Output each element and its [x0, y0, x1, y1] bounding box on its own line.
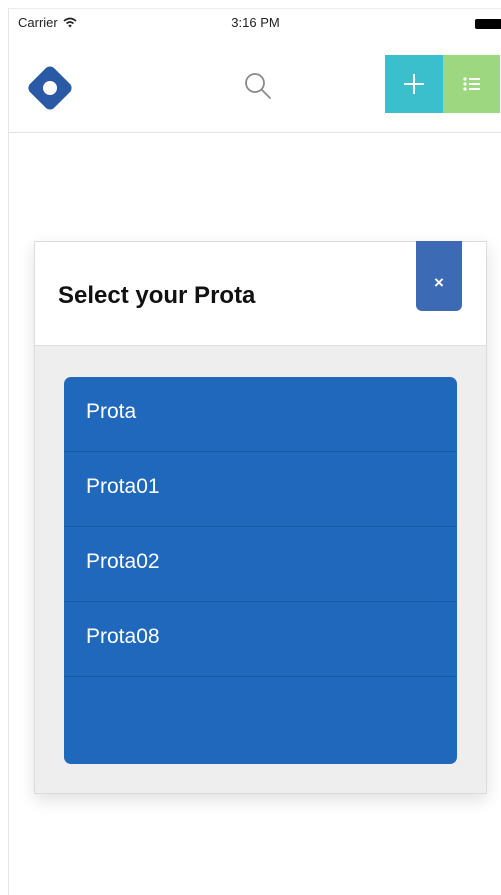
search-icon: [245, 73, 271, 99]
search-button[interactable]: [243, 71, 273, 101]
add-button[interactable]: [385, 55, 443, 113]
option-item[interactable]: Prota02: [64, 527, 457, 602]
option-item[interactable]: Prota01: [64, 452, 457, 527]
option-item[interactable]: Prota: [64, 377, 457, 452]
status-bar: Carrier 3:16 PM: [9, 9, 501, 37]
status-time: 3:16 PM: [231, 15, 280, 30]
option-item-empty[interactable]: [64, 677, 457, 752]
app-header: [9, 37, 501, 133]
battery-icon: [475, 19, 501, 29]
modal-header: Select your Prota ×: [35, 241, 486, 346]
list-button[interactable]: [443, 55, 500, 113]
select-prota-modal: Select your Prota × Prota Prota01 Prota0…: [34, 241, 487, 794]
prota-option-list: Prota Prota01 Prota02 Prota08: [64, 377, 457, 764]
option-item[interactable]: Prota08: [64, 602, 457, 677]
close-button[interactable]: ×: [416, 241, 462, 311]
plus-icon: [404, 74, 424, 94]
diamond-logo-icon[interactable]: [22, 60, 78, 116]
app-screen: Carrier 3:16 PM Select your Prota × Prot…: [8, 8, 501, 895]
modal-title: Select your Prota: [58, 282, 256, 309]
list-icon: [462, 77, 480, 91]
